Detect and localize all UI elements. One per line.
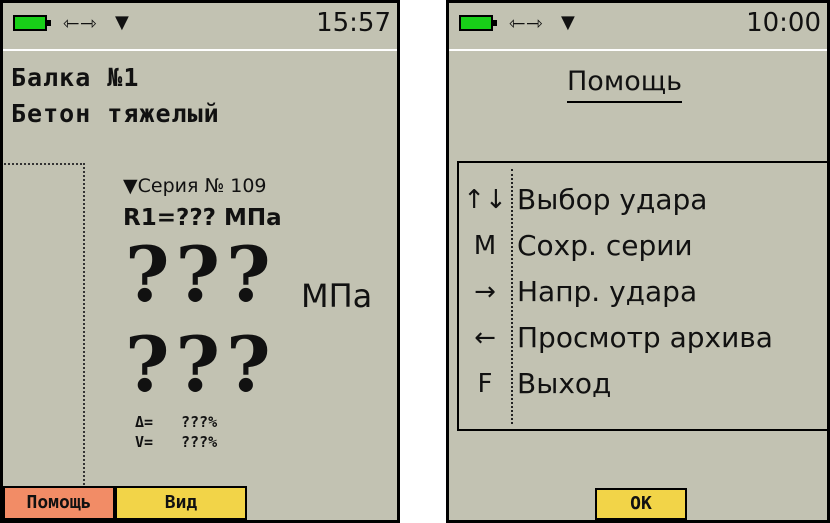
help-screen: ⇽⇾ ▼ 10:00 Помощь ↑↓ Выбор удара M Сохр.… bbox=[446, 0, 830, 523]
material-title: Бетон тяжелый bbox=[11, 99, 220, 128]
main-value-bottom: ??? bbox=[125, 320, 277, 409]
variation-stat: V= ???% bbox=[135, 433, 217, 451]
unit-label: МПа bbox=[301, 277, 373, 315]
help-item: ← Просмотр архива bbox=[457, 317, 827, 359]
status-bar: ⇽⇾ ▼ 15:57 bbox=[3, 3, 397, 39]
usb-icon: ⇽⇾ bbox=[63, 11, 97, 35]
delta-label: Δ= bbox=[135, 413, 154, 431]
series-label[interactable]: ▼Серия № 109 bbox=[123, 175, 267, 197]
help-item-label: Выход bbox=[517, 367, 612, 400]
signal-icon: ▼ bbox=[115, 12, 129, 33]
view-softkey[interactable]: Вид bbox=[115, 486, 247, 520]
status-divider bbox=[449, 49, 827, 51]
delta-stat: Δ= ???% bbox=[135, 413, 217, 431]
help-item: M Сохр. серии bbox=[457, 225, 827, 267]
arrow-left-icon: ← bbox=[474, 323, 496, 353]
variation-label: V= bbox=[135, 433, 154, 451]
help-item: → Напр. удара bbox=[457, 271, 827, 313]
clock-time: 10:00 bbox=[746, 8, 821, 38]
dotted-frame bbox=[3, 163, 85, 485]
status-divider bbox=[3, 49, 397, 51]
help-item-label: Выбор удара bbox=[517, 183, 708, 216]
f-key-icon: F bbox=[477, 369, 493, 399]
arrows-updown-icon: ↑↓ bbox=[463, 185, 507, 215]
delta-value: ???% bbox=[181, 413, 218, 431]
ok-button[interactable]: OK bbox=[595, 488, 687, 520]
signal-icon: ▼ bbox=[561, 12, 575, 33]
battery-icon bbox=[459, 15, 497, 31]
clock-time: 15:57 bbox=[316, 8, 391, 38]
usb-icon: ⇽⇾ bbox=[509, 11, 543, 35]
variation-value: ???% bbox=[181, 433, 218, 451]
main-measurement-screen: ⇽⇾ ▼ 15:57 Балка №1 Бетон тяжелый ▼Серия… bbox=[0, 0, 400, 523]
help-item: F Выход bbox=[457, 363, 827, 405]
object-title: Балка №1 bbox=[11, 63, 140, 92]
help-item-label: Просмотр архива bbox=[517, 321, 773, 354]
r1-readout: R1=??? МПа bbox=[123, 205, 282, 231]
help-title: Помощь bbox=[567, 65, 683, 103]
battery-icon bbox=[13, 15, 51, 31]
arrow-right-icon: → bbox=[474, 277, 496, 307]
m-key-icon: M bbox=[473, 231, 497, 261]
help-item-label: Напр. удара bbox=[517, 275, 698, 308]
help-item-label: Сохр. серии bbox=[517, 229, 693, 262]
status-bar: ⇽⇾ ▼ 10:00 bbox=[449, 3, 827, 39]
help-item: ↑↓ Выбор удара bbox=[457, 179, 827, 221]
main-value-top: ??? bbox=[125, 230, 277, 319]
help-softkey[interactable]: Помощь bbox=[3, 486, 115, 520]
